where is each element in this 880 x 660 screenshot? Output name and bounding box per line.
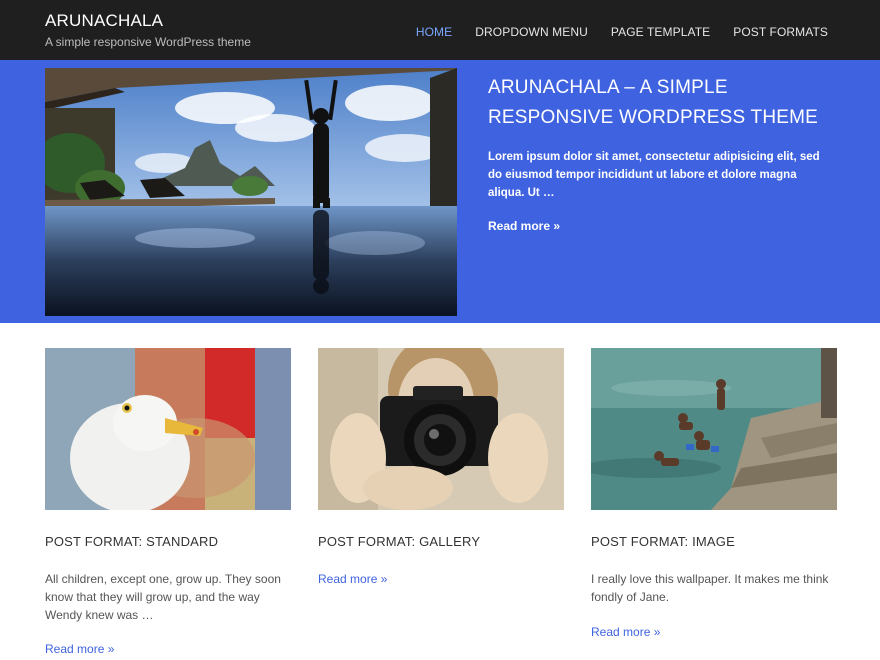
nav-item-page-template[interactable]: PAGE TEMPLATE bbox=[599, 0, 721, 60]
read-more-link-gallery[interactable]: Read more » bbox=[318, 572, 387, 586]
post-image-seagull[interactable] bbox=[45, 348, 291, 510]
site-description: A simple responsive WordPress theme bbox=[45, 35, 251, 49]
site-header: ARUNACHALA A simple responsive WordPress… bbox=[0, 0, 880, 60]
featured-image-infinity-pool[interactable] bbox=[45, 68, 457, 316]
post-card-image: POST FORMAT: IMAGE I really love this wa… bbox=[591, 348, 837, 639]
nav-item-dropdown-menu[interactable]: DROPDOWN MENU bbox=[463, 0, 599, 60]
featured-post: ARUNACHALA – A SIMPLE RESPONSIVE WORDPRE… bbox=[0, 60, 880, 323]
post-title-image[interactable]: POST FORMAT: IMAGE bbox=[591, 534, 735, 549]
featured-read-more-link[interactable]: Read more » bbox=[488, 219, 560, 233]
nav-item-home[interactable]: HOME bbox=[404, 0, 463, 60]
post-card-standard: POST FORMAT: STANDARD All children, exce… bbox=[45, 348, 291, 656]
site-title[interactable]: ARUNACHALA bbox=[45, 11, 163, 31]
read-more-link-image[interactable]: Read more » bbox=[591, 625, 660, 639]
post-excerpt-standard: All children, except one, grow up. They … bbox=[45, 572, 281, 622]
post-excerpt-image: I really love this wallpaper. It makes m… bbox=[591, 572, 829, 604]
read-more-link-standard[interactable]: Read more » bbox=[45, 642, 114, 656]
post-title-gallery[interactable]: POST FORMAT: GALLERY bbox=[318, 534, 480, 549]
post-title-standard[interactable]: POST FORMAT: STANDARD bbox=[45, 534, 218, 549]
post-image-camera[interactable] bbox=[318, 348, 564, 510]
post-card-gallery: POST FORMAT: GALLERY Read more » bbox=[318, 348, 564, 586]
nav-item-post-formats[interactable]: POST FORMATS bbox=[721, 0, 880, 60]
post-image-boys-jumping[interactable] bbox=[591, 348, 837, 510]
main-nav: HOME DROPDOWN MENU PAGE TEMPLATE POST FO… bbox=[404, 0, 880, 60]
featured-post-excerpt: Lorem ipsum dolor sit amet, consectetur … bbox=[488, 151, 820, 199]
featured-post-title[interactable]: ARUNACHALA – A SIMPLE RESPONSIVE WORDPRE… bbox=[488, 73, 848, 133]
